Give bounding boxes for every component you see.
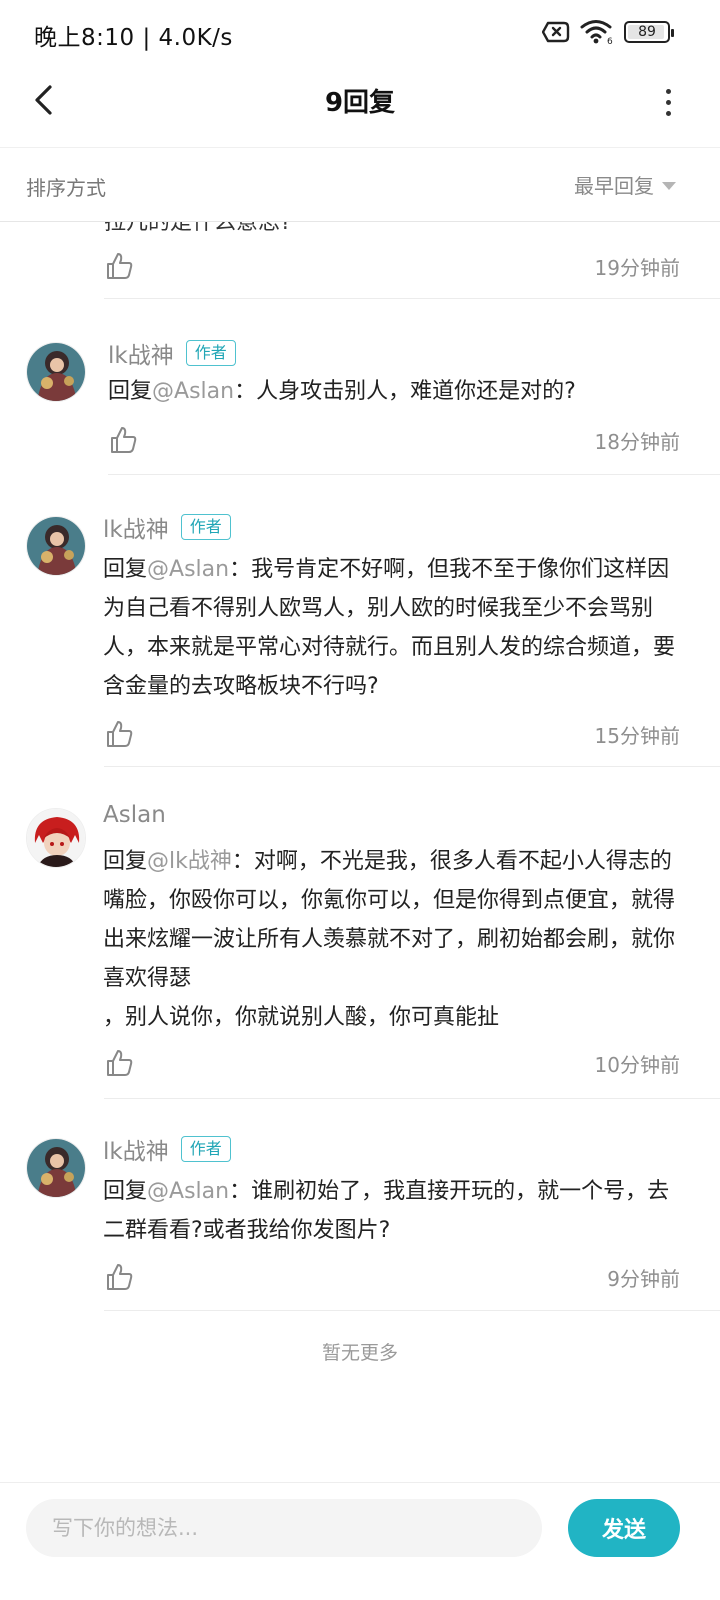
more-dot-icon [665,110,671,116]
comment-text: 回复@lk战神：对啊，不光是我，很多人看不起小人得志的嘴脸，你殴你可以，你氪你可… [103,842,690,1037]
comment-time: 9分钟前 [607,1266,680,1291]
avatar[interactable] [26,342,86,402]
avatar[interactable] [26,808,86,868]
thumbs-up-icon[interactable] [108,425,138,455]
mention-link[interactable]: @Aslan [147,557,229,582]
sort-bar: 排序方式 最早回复 [0,148,720,222]
thumbs-up-icon[interactable] [104,719,134,749]
author-badge: 作者 [185,340,236,366]
comment-meta: 9分钟前 [104,1259,680,1295]
mention-link[interactable]: @Aslan [147,1179,229,1204]
comment-time: 10分钟前 [594,1052,680,1077]
comment-time: 18分钟前 [594,429,680,454]
comment-text: 回复@Aslan：谁刷初始了，我直接开玩的，就一个号，去二群看看?或者我给你发图… [103,1172,690,1250]
sort-selected-value: 最早回复 [574,174,654,198]
comment-composer: 发送 [0,1482,720,1600]
comment-meta: 18分钟前 [108,422,680,458]
battery-level: 89 [638,24,656,40]
more-options-button[interactable] [656,84,680,120]
reply-list[interactable]: 拉几的是什么意思? 19分钟前 lk战神 作者 回复@Aslan：人身攻击别人，… [0,222,720,1512]
mention-link[interactable]: @lk战神 [147,849,232,874]
sort-dropdown[interactable]: 最早回复 [574,170,676,199]
divider [108,474,720,475]
comment-header: Aslan [103,802,166,828]
avatar[interactable] [26,1138,86,1198]
wifi-icon: 6 [580,20,613,45]
sim-off-icon [542,21,570,43]
more-dot-icon [665,99,671,105]
more-dot-icon [665,88,671,94]
page-title: 9回复 [324,88,396,118]
comment-content-line2: ，别人说你，你就说别人酸，你可真能扯 [103,1005,500,1030]
thumbs-up-icon[interactable] [104,1262,134,1292]
top-app-bar: 9回复 [0,64,720,148]
comment-header: lk战神 作者 [108,336,236,370]
comment-time: 19分钟前 [594,255,680,280]
status-bar: 晚上8:10 | 4.0K/s 6 89 [0,0,720,64]
comment-input[interactable] [26,1499,542,1557]
reply-prefix: 回复 [103,1179,148,1204]
comment-text: 回复@Aslan：人身攻击别人，难道你还是对的? [108,372,690,411]
reply-prefix: 回复 [103,557,148,582]
reply-prefix: 回复 [108,379,153,404]
no-more-text: 暂无更多 [321,1342,398,1364]
caret-down-icon [662,181,676,190]
divider [104,1310,720,1311]
comment-header: lk战神 作者 [103,510,231,544]
status-icons: 6 89 [542,18,674,46]
sort-label: 排序方式 [26,176,106,200]
username[interactable]: Aslan [103,802,166,828]
divider [104,298,720,299]
send-button[interactable]: 发送 [568,1499,680,1557]
mention-link[interactable]: @Aslan [152,379,234,404]
wifi-badge: 6 [607,37,613,45]
comment-meta: 10分钟前 [104,1045,680,1081]
author-badge: 作者 [180,1136,231,1162]
battery-icon: 89 [624,21,674,43]
thumbs-up-icon[interactable] [104,1048,134,1078]
username[interactable]: lk战神 [108,336,174,370]
comment-meta: 19分钟前 [104,248,680,284]
divider [104,766,720,767]
comment-content: ：人身攻击别人，难道你还是对的? [234,379,576,404]
username[interactable]: lk战神 [103,510,169,544]
username[interactable]: lk战神 [103,1132,169,1166]
comment-time: 15分钟前 [594,723,680,748]
comment-meta: 15分钟前 [104,716,680,752]
reply-prefix: 回复 [103,849,148,874]
divider [104,1098,720,1099]
avatar[interactable] [26,516,86,576]
author-badge: 作者 [180,514,231,540]
status-time-speed: 晚上8:10 | 4.0K/s [34,25,233,51]
comment-text: 回复@Aslan：我号肯定不好啊，但我不至于像你们这样因为自己看不得别人欧骂人，… [103,550,690,706]
partial-comment-text: 拉几的是什么意思? [104,222,292,235]
thumbs-up-icon[interactable] [104,251,134,281]
comment-header: lk战神 作者 [103,1132,231,1166]
